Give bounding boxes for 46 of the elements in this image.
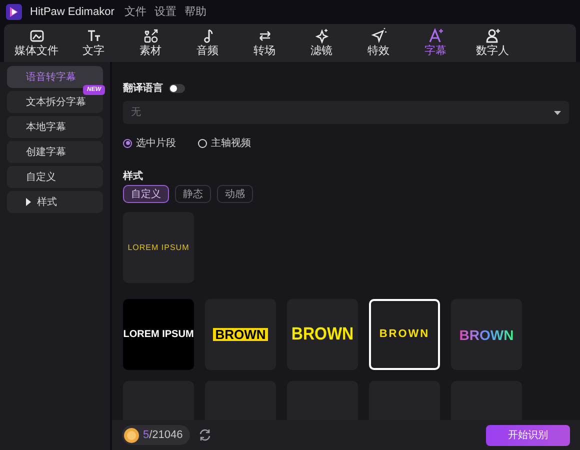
style-preset-card[interactable]: BROWN	[287, 299, 358, 370]
toolbar-tab[interactable]: 媒体文件	[8, 24, 65, 62]
translate-label: 翻译语言	[123, 81, 163, 96]
radio-option[interactable]: 主轴视频	[198, 136, 251, 150]
style-tab[interactable]: 静态	[175, 185, 211, 203]
start-button[interactable]: 开始识别	[486, 424, 570, 446]
sidebar-item[interactable]: 本地字幕	[7, 116, 103, 138]
coin-icon	[124, 428, 139, 442]
style-tab[interactable]: 动感	[217, 185, 253, 203]
toolbar-tab[interactable]: 滤镜	[293, 24, 350, 62]
credits-pill: 5/21046	[122, 425, 190, 445]
text-icon	[86, 28, 102, 44]
shapes-icon	[142, 28, 158, 44]
toolbar-tab[interactable]: 数字人	[464, 24, 521, 62]
toolbar-tab[interactable]: 特效	[350, 24, 407, 62]
app-logo-icon	[6, 4, 22, 20]
section-title: 样式	[123, 170, 144, 182]
menu-item[interactable]: 帮助	[184, 4, 206, 20]
toolbar-tab[interactable]: 字幕	[407, 24, 464, 62]
style-tab[interactable]: 自定义	[123, 185, 169, 203]
caret-down-icon	[554, 110, 561, 114]
menu-item[interactable]: 设置	[154, 4, 176, 20]
style-preset-card[interactable]: BROWN	[205, 299, 276, 370]
sidebar-item[interactable]: 创建字幕	[7, 141, 103, 163]
toolbar-tab[interactable]: 文字	[65, 24, 122, 62]
sidebar-item[interactable]: 文本拆分字幕	[7, 91, 103, 113]
sidebar-item[interactable]: 自定义	[7, 166, 103, 188]
refresh-icon[interactable]	[198, 428, 212, 442]
toolbar-tab[interactable]: 素材	[122, 24, 179, 62]
radio-option[interactable]: 选中片段	[123, 136, 176, 150]
style-preset-card[interactable]: BROWN	[369, 299, 440, 370]
style-preset-card[interactable]: LOREM IPSUM	[123, 212, 194, 283]
person-icon	[484, 28, 500, 44]
letter-a-icon	[428, 28, 444, 44]
image-icon	[28, 28, 44, 44]
window-title: HitPaw Edimakor	[30, 4, 114, 20]
style-preset-card[interactable]: BROWN	[451, 299, 522, 370]
sidebar-item[interactable]: 样式	[7, 191, 103, 213]
style-preset-card[interactable]: LOREM IPSUM	[123, 299, 194, 370]
toolbar-tab[interactable]: 音频	[179, 24, 236, 62]
paper-plane-icon	[370, 28, 386, 44]
menu-item[interactable]: 文件	[124, 4, 146, 20]
toolbar-tab[interactable]: 转场	[236, 24, 293, 62]
toggle-switch[interactable]	[169, 84, 185, 92]
sparkle-icon	[314, 28, 330, 44]
sidebar-item[interactable]: 语音转字幕	[7, 66, 103, 88]
